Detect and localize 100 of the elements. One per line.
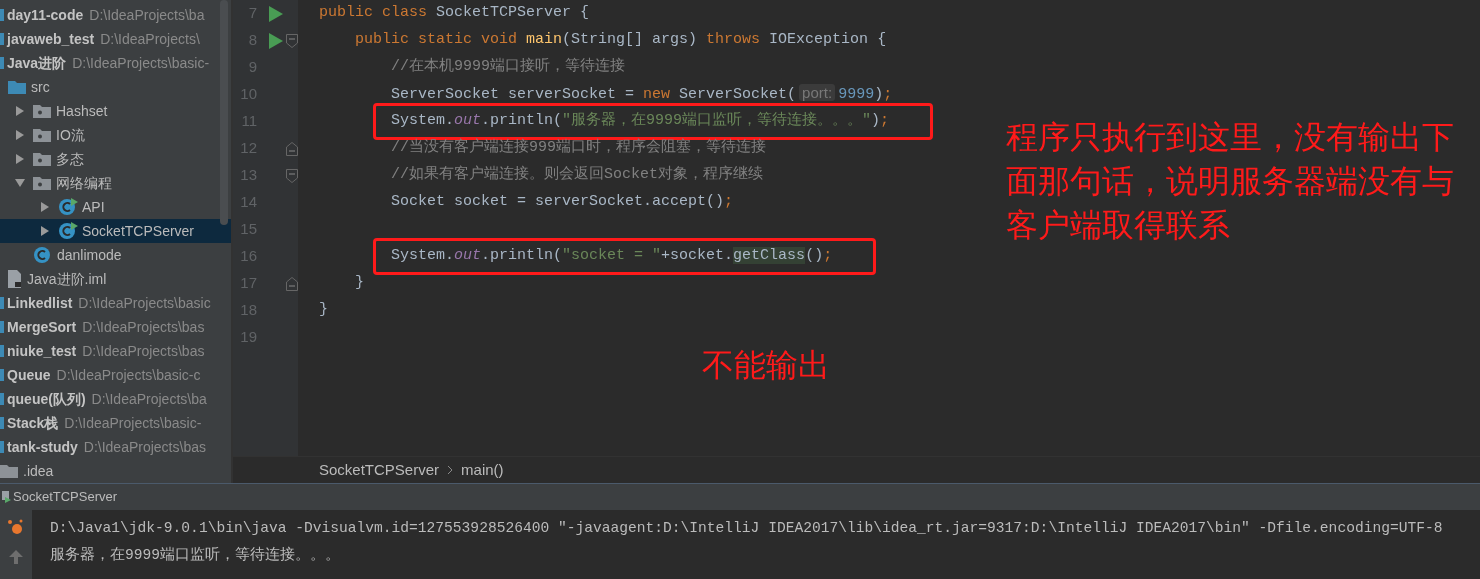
module-path: D:\IdeaProjects\ba (91, 389, 207, 409)
module-path: D:\IdeaProjects\basic- (64, 413, 202, 433)
tree-item[interactable]: Stack栈 D:\IdeaProjects\basic- (0, 411, 231, 435)
fold-marker-icon[interactable] (286, 168, 298, 183)
tree-item-label: .idea (23, 461, 54, 481)
module-path: D:\IdeaProjects\ (100, 29, 200, 49)
tree-item[interactable]: IO流 (0, 123, 231, 147)
tree-item[interactable]: SocketTCPServer (0, 219, 231, 243)
tree-item-label: Stack栈 (7, 413, 59, 433)
tree-item[interactable]: day11-code D:\IdeaProjects\ba (0, 3, 231, 27)
code-line: } (354, 274, 364, 292)
console-line: 服务器，在9999端口监听，等待连接。。。 (50, 545, 341, 565)
tree-item-label: Queue (7, 365, 51, 385)
fold-marker-icon[interactable] (286, 33, 298, 48)
annotation-note: 不能输出 (702, 346, 830, 385)
module-icon (0, 417, 4, 429)
tree-item-label: day11-code (7, 5, 84, 25)
tree-item-label: API (82, 197, 105, 217)
collapsed-arrow-icon[interactable] (40, 226, 50, 236)
tree-item[interactable]: Hashset (0, 99, 231, 123)
tree-item[interactable]: Java进阶 D:\IdeaProjects\basic- (0, 51, 231, 75)
package-folder-icon (33, 104, 51, 118)
package-folder-icon (33, 176, 51, 190)
tree-item-label: Java进阶 (7, 53, 67, 73)
tree-item-label: Java进阶.iml (27, 269, 107, 289)
tree-item-label: SocketTCPServer (82, 221, 195, 241)
tree-item-label: IO流 (56, 125, 85, 145)
tree-item[interactable]: Queue D:\IdeaProjects\basic-c (0, 363, 231, 387)
module-path: D:\IdeaProjects\bas (82, 317, 205, 337)
tree-item[interactable]: queue(队列) D:\IdeaProjects\ba (0, 387, 231, 411)
module-icon (0, 393, 4, 405)
tree-item[interactable]: MergeSort D:\IdeaProjects\bas (0, 315, 231, 339)
expanded-arrow-icon[interactable] (15, 178, 25, 188)
fold-end-marker-icon[interactable] (286, 141, 298, 156)
chevron-icon (447, 465, 454, 475)
tree-item-label: 多态 (56, 149, 84, 169)
module-icon (0, 57, 4, 69)
tree-item-label: 网络编程 (56, 173, 112, 193)
code-line: //在本机9999端口接听，等待连接 (390, 58, 626, 76)
module-icon (0, 369, 4, 381)
run-tab[interactable]: SocketTCPServer (13, 487, 118, 507)
tree-item-label: Linkedlist (7, 293, 73, 313)
tree-item[interactable]: src (0, 75, 231, 99)
tree-item[interactable]: Java进阶.iml (0, 267, 231, 291)
run-icon[interactable] (269, 5, 283, 22)
module-icon (0, 297, 4, 309)
collapsed-arrow-icon[interactable] (15, 106, 25, 116)
module-icon (0, 9, 4, 21)
breadcrumb[interactable]: main() (461, 458, 504, 482)
scrollbar-thumb[interactable] (220, 0, 228, 225)
tree-item[interactable]: tank-study D:\IdeaProjects\bas (0, 435, 231, 459)
tree-item[interactable]: javaweb_test D:\IdeaProjects\ (0, 27, 231, 51)
tree-item-label: javaweb_test (7, 29, 95, 49)
run-config-icon (2, 491, 11, 503)
code-line: ServerSocket serverSocket = new ServerSocket( port: 9999); (390, 86, 893, 104)
tree-item-label: niuke_test (7, 341, 77, 361)
tree-item-label: src (31, 77, 50, 97)
tree-item[interactable]: API (0, 195, 231, 219)
tree-item-label: danlimode (57, 245, 122, 265)
tree-item-label: queue(队列) (7, 389, 86, 409)
code-line: System.out.println("socket = "+socket.getClass(); (390, 247, 833, 265)
module-icon (0, 321, 4, 333)
tree-item-label: MergeSort (7, 317, 77, 337)
module-icon (0, 33, 4, 45)
package-folder-icon (33, 152, 51, 166)
module-path: D:\IdeaProjects\basic-c (56, 365, 201, 385)
package-folder-icon (33, 128, 51, 142)
module-path: D:\IdeaProjects\bas (82, 341, 205, 361)
code-line: //当没有客户端连接999端口时，程序会阻塞，等待连接 (390, 139, 767, 157)
module-path: D:\IdeaProjects\basic- (72, 53, 210, 73)
tree-item[interactable]: Linkedlist D:\IdeaProjects\basic (0, 291, 231, 315)
file-icon (8, 270, 22, 288)
tree-item-label: Hashset (56, 101, 108, 121)
code-line: System.out.println("服务器，在9999端口监听，等待连接。。。"); (390, 112, 890, 130)
tree-item[interactable]: 网络编程 (0, 171, 231, 195)
collapsed-arrow-icon[interactable] (40, 202, 50, 212)
code-line: } (319, 301, 328, 319)
tree-item[interactable]: .idea (0, 459, 231, 483)
folder-icon (8, 80, 26, 94)
module-path: D:\IdeaProjects\basic (78, 293, 211, 313)
breadcrumb[interactable]: SocketTCPServer (319, 458, 440, 482)
module-icon (0, 441, 4, 453)
tree-item[interactable]: 多态 (0, 147, 231, 171)
up-arrow-icon[interactable] (9, 550, 23, 564)
code-line: //如果有客户端连接。则会返回Socket对象，程序继续 (390, 166, 764, 184)
module-path: D:\IdeaProjects\ba (89, 5, 205, 25)
code-line: Socket socket = serverSocket.accept(); (390, 193, 734, 211)
rerun-icon[interactable] (7, 518, 25, 536)
collapsed-arrow-icon[interactable] (15, 154, 25, 164)
tree-item[interactable]: niuke_test D:\IdeaProjects\bas (0, 339, 231, 363)
collapsed-arrow-icon[interactable] (15, 130, 25, 140)
run-icon[interactable] (269, 32, 283, 49)
code-line: public class SocketTCPServer { (319, 4, 590, 22)
code-line: public static void main(String[] args) throws IOException { (354, 31, 887, 49)
folder-icon (0, 464, 18, 478)
tree-item-label: tank-study (7, 437, 78, 457)
console-line: D:\Java1\jdk-9.0.1\bin\java -Dvisualvm.id=127553928526400 "-javaagent:D:\IntelliJ IDEA2017\lib\idea_rt.jar=9317:D:\IntelliJ IDEA2017\bin" -Dfile.encoding=UTF-8 (50, 519, 1443, 538)
module-icon (0, 345, 4, 357)
tree-item[interactable]: danlimode (0, 243, 231, 267)
fold-end-marker-icon[interactable] (286, 276, 298, 291)
